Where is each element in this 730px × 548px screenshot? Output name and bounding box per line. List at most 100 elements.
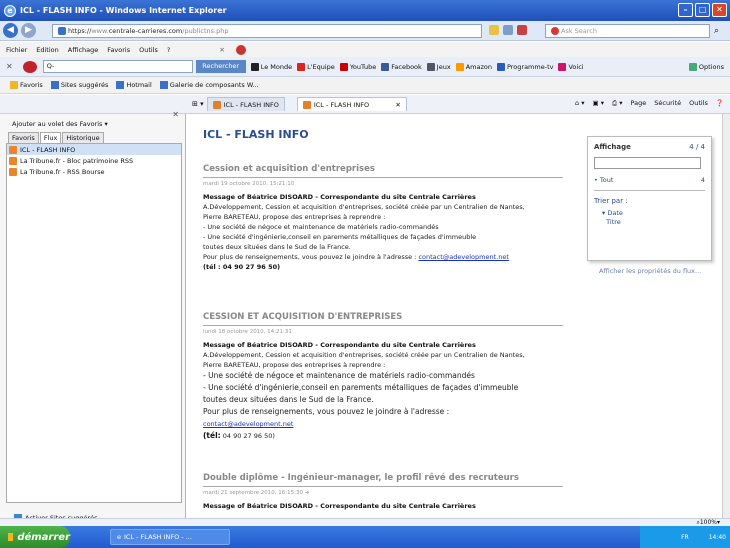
print-icon[interactable]: ⎙ ▾ bbox=[612, 99, 623, 108]
ask-logo-icon bbox=[551, 27, 559, 35]
rss-icon bbox=[302, 100, 311, 109]
feed-item[interactable]: La Tribune.fr - RSS Bourse bbox=[7, 166, 181, 177]
help-icon[interactable]: ❓ bbox=[716, 99, 724, 108]
article-1: Cession et acquisition d'entreprises mar… bbox=[203, 164, 563, 272]
feed-item[interactable]: La Tribune.fr - Bloc patrimoine RSS bbox=[7, 155, 181, 166]
filter-all[interactable]: • Tout 4 bbox=[594, 176, 705, 184]
address-bar: ◀ ▶ https:// www. centrale-carrieres.com… bbox=[0, 21, 730, 41]
star-icon bbox=[10, 81, 18, 89]
search-input[interactable]: Ask Search bbox=[545, 24, 710, 38]
page-content: ICL - FLASH INFO Cession et acquisition … bbox=[187, 114, 722, 526]
toolbar-logo-icon bbox=[22, 60, 37, 73]
start-button[interactable]: démarrer bbox=[0, 526, 70, 548]
clock: 14:40 bbox=[708, 533, 726, 541]
panel-title: Affichage bbox=[594, 143, 631, 151]
close-window-button[interactable]: ✕ bbox=[712, 3, 727, 17]
menu-outils[interactable]: Outils bbox=[139, 46, 158, 54]
close-toolbar-icon[interactable]: ✕ bbox=[219, 46, 224, 54]
rss-icon bbox=[9, 145, 17, 154]
vertical-scrollbar[interactable] bbox=[722, 114, 730, 526]
toolbar-item-amazon[interactable]: Amazon bbox=[455, 62, 492, 71]
fav-sites-suggeres[interactable]: Sites suggérés bbox=[50, 81, 108, 89]
feed-item[interactable]: ICL - FLASH INFO bbox=[7, 144, 181, 155]
toolbar-item-jeux[interactable]: Jeux bbox=[426, 62, 451, 71]
maximize-button[interactable]: □ bbox=[695, 3, 710, 17]
favorites-sidebar: Ajouter au volet des Favoris ▾ ✕ Favoris… bbox=[0, 110, 186, 526]
menu-affichage[interactable]: Affichage bbox=[68, 46, 99, 54]
tab-close-icon[interactable]: ✕ bbox=[395, 101, 400, 109]
stop-icon[interactable] bbox=[517, 25, 527, 35]
zoom-level[interactable]: 100% bbox=[700, 519, 717, 526]
article-author: Message of Béatrice DISOARD - Correspond… bbox=[203, 341, 476, 349]
tab-icl-1[interactable]: ICL - FLASH INFO bbox=[206, 97, 285, 111]
menu-bar: Fichier Edition Affichage Favoris Outils… bbox=[0, 42, 730, 57]
toolbar-item-lequipe[interactable]: L'Equipe bbox=[297, 62, 335, 71]
menu-favoris[interactable]: Favoris bbox=[107, 46, 130, 54]
home-icon[interactable]: ⌂ ▾ bbox=[575, 99, 584, 108]
taskbar-ie-item[interactable]: e ICL - FLASH INFO - ... bbox=[110, 529, 230, 545]
title-bar: e ICL - FLASH INFO - Windows Internet Ex… bbox=[0, 0, 730, 21]
favorites-button[interactable]: Favoris bbox=[10, 81, 43, 89]
article-date: lundi 18 octobre 2010, 14:21:31 bbox=[203, 329, 292, 335]
language-indicator[interactable]: FR bbox=[681, 534, 689, 541]
panel-count: 4 / 4 bbox=[689, 143, 705, 151]
filter-input[interactable] bbox=[594, 157, 701, 169]
article-3: Double diplôme - Ingénieur-manager, le p… bbox=[203, 473, 563, 511]
toolbar-options[interactable]: Options bbox=[688, 62, 724, 71]
rss-icon bbox=[9, 156, 17, 165]
email-link[interactable]: contact@adevelopment.net bbox=[203, 420, 293, 428]
menu-securite[interactable]: Sécurité bbox=[654, 99, 681, 108]
toolbar-search-input[interactable]: Q- bbox=[42, 60, 193, 73]
address-input[interactable]: https:// www. centrale-carrieres.com /pu… bbox=[52, 24, 482, 38]
windows-logo-icon bbox=[8, 533, 14, 541]
article-title[interactable]: Double diplôme - Ingénieur-manager, le p… bbox=[203, 473, 563, 487]
refresh-icon[interactable] bbox=[503, 25, 513, 35]
menu-edition[interactable]: Edition bbox=[36, 46, 59, 54]
sort-date[interactable]: ▾ Date bbox=[602, 209, 705, 218]
menu-fichier[interactable]: Fichier bbox=[6, 46, 27, 54]
window-title: ICL - FLASH INFO - Windows Internet Expl… bbox=[20, 6, 227, 15]
system-tray: FR 14:40 bbox=[640, 526, 730, 548]
toolbar-close-icon[interactable]: ✕ bbox=[6, 62, 13, 71]
toolbar-search-button[interactable]: Rechercher bbox=[195, 60, 246, 73]
favorites-bar: Favoris Sites suggérés Hotmail Galerie d… bbox=[0, 77, 730, 94]
toolbar-item-voici[interactable]: Voici bbox=[558, 62, 584, 71]
toolbar-item-le-monde[interactable]: Le Monde bbox=[250, 62, 292, 71]
tab-icl-2[interactable]: ICL - FLASH INFO ✕ bbox=[296, 97, 407, 111]
sort-title: Trier par : bbox=[594, 197, 628, 205]
feed-properties-link[interactable]: Afficher les propriétés du flux... bbox=[599, 266, 709, 276]
tab-command-bar: ⊞ ▾ ICL - FLASH INFO ICL - FLASH INFO ✕ ⌂… bbox=[0, 95, 730, 114]
page-title: ICL - FLASH INFO bbox=[203, 128, 309, 141]
display-panel: Affichage 4 / 4 • Tout 4 Trier par : ▾ Dat… bbox=[587, 136, 712, 261]
addon-icon[interactable] bbox=[235, 44, 246, 55]
feeds-icon[interactable]: ▣ ▾ bbox=[592, 99, 603, 108]
feed-list: ICL - FLASH INFO La Tribune.fr - Bloc pa… bbox=[6, 143, 182, 503]
email-link[interactable]: contact@adevelopment.net bbox=[418, 253, 508, 261]
add-to-favorites-bar[interactable]: Ajouter au volet des Favoris ▾ ✕ bbox=[0, 110, 185, 130]
toolbar-item-programme-tv[interactable]: Programme-tv bbox=[496, 62, 553, 71]
menu-help[interactable]: ? bbox=[167, 46, 170, 54]
back-button[interactable]: ◀ bbox=[3, 23, 18, 38]
fav-galerie[interactable]: Galerie de composants W... bbox=[159, 81, 259, 89]
article-2: CESSION ET ACQUISITION D'ENTREPRISES lun… bbox=[203, 312, 563, 442]
tab-historique[interactable]: Historique bbox=[62, 132, 104, 143]
sidebar-close-icon[interactable]: ✕ bbox=[172, 110, 179, 119]
fav-hotmail[interactable]: Hotmail bbox=[116, 81, 152, 89]
article-title[interactable]: Cession et acquisition d'entreprises bbox=[203, 164, 563, 178]
quick-tabs-icon[interactable]: ⊞ ▾ bbox=[192, 100, 204, 108]
article-title[interactable]: CESSION ET ACQUISITION D'ENTREPRISES bbox=[203, 312, 563, 326]
menu-outils-cmd[interactable]: Outils bbox=[689, 99, 708, 108]
minimize-button[interactable]: – bbox=[678, 3, 693, 17]
toolbar-item-facebook[interactable]: Facebook bbox=[381, 62, 422, 71]
toolbar-item-youtube[interactable]: YouTube bbox=[339, 62, 376, 71]
tab-flux[interactable]: Flux bbox=[39, 132, 62, 143]
forward-button[interactable]: ▶ bbox=[21, 23, 36, 38]
status-bar: ⌕ 100% ▾ bbox=[0, 518, 730, 526]
tab-favoris[interactable]: Favoris bbox=[8, 132, 39, 143]
sort-titre[interactable]: Titre bbox=[602, 218, 705, 227]
search-go-icon[interactable]: ⌕ bbox=[714, 26, 719, 36]
ie-logo-icon: e bbox=[4, 4, 16, 17]
lock-icon bbox=[489, 25, 499, 35]
search-toolbar: ✕ Q- Rechercher Le Monde L'Equipe YouTub… bbox=[0, 57, 730, 77]
menu-page[interactable]: Page bbox=[631, 99, 647, 108]
